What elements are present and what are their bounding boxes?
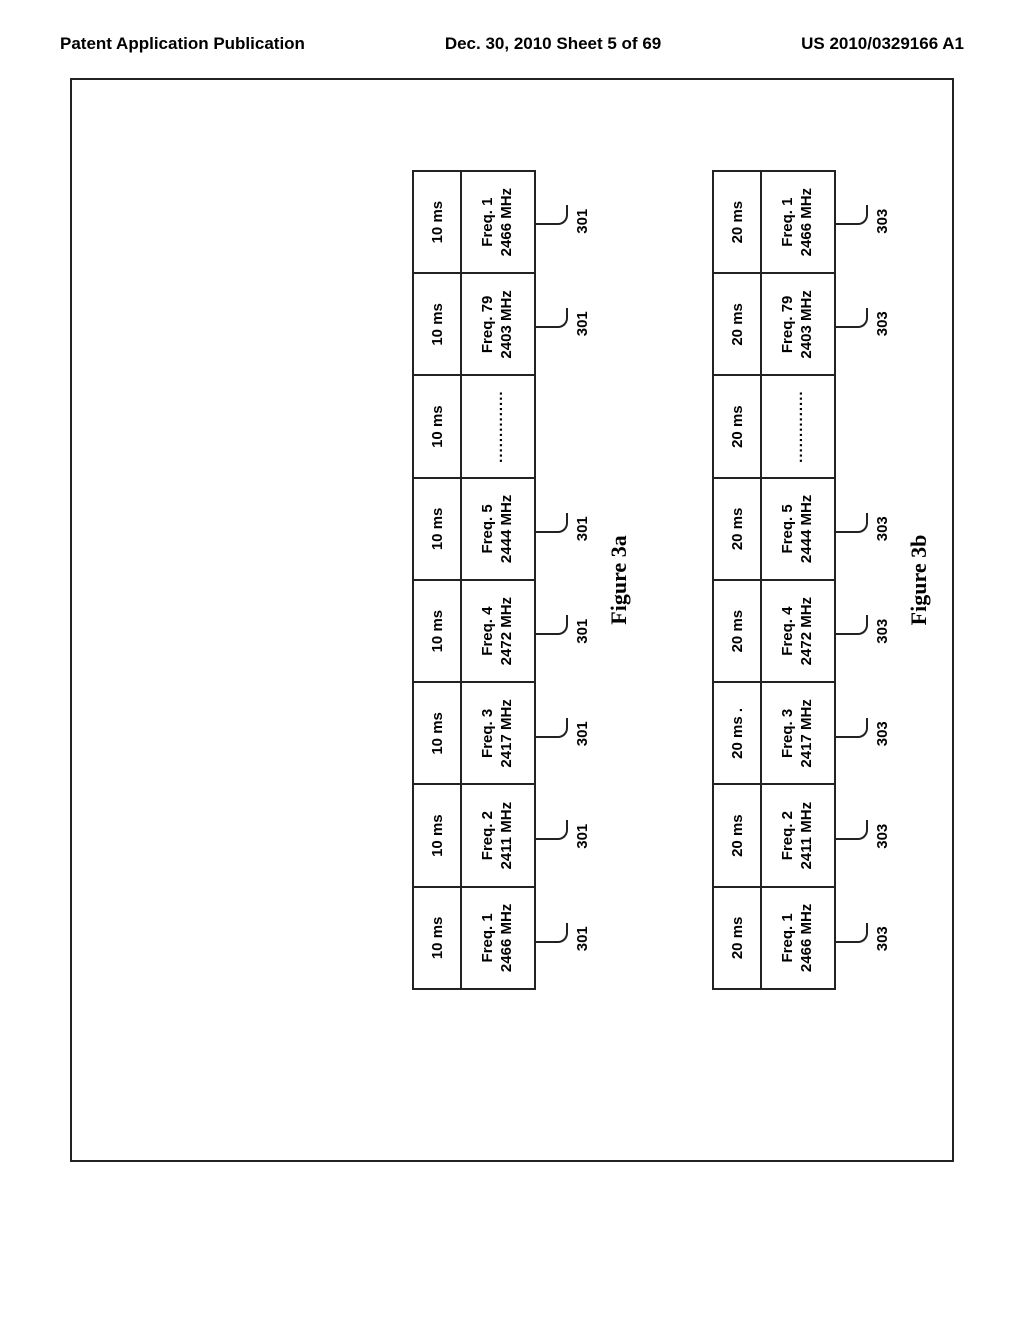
leader-line-icon	[536, 205, 568, 225]
time-header-cell: 20 ms	[713, 478, 761, 580]
figure-3b-ref-row: 303 303 303 303 303 303 303	[840, 170, 896, 990]
ref-number-label: 301	[574, 824, 591, 849]
leader-line-icon	[836, 205, 868, 225]
ref-number-label: 303	[874, 721, 891, 746]
page-header: Patent Application Publication Dec. 30, …	[0, 0, 1024, 60]
ref-cell	[840, 375, 896, 478]
time-header-cell: 20 ms .	[713, 682, 761, 784]
ref-number-label: 303	[874, 209, 891, 234]
freq-cell: Freq. 32417 MHz	[461, 682, 535, 784]
time-header-cell: 10 ms	[413, 785, 461, 887]
leader-line-icon	[836, 615, 868, 635]
time-header-cell: 10 ms	[413, 171, 461, 273]
ref-cell: 301	[540, 580, 596, 683]
time-header-cell: 20 ms	[713, 376, 761, 478]
freq-cell: ..............	[461, 376, 535, 478]
leader-line-icon	[536, 718, 568, 738]
figure-3a-table: 10 ms10 ms10 ms10 ms10 ms10 ms10 ms10 ms…	[412, 170, 536, 990]
leader-line-icon	[836, 923, 868, 943]
freq-cell: Freq. 42472 MHz	[761, 580, 835, 682]
time-header-cell: 20 ms	[713, 785, 761, 887]
figure-3b-block: 20 ms20 ms20 ms .20 ms20 ms20 ms20 ms20 …	[712, 170, 932, 990]
ref-cell: 301	[540, 888, 596, 991]
ref-cell: 303	[840, 888, 896, 991]
ref-number-label: 301	[574, 721, 591, 746]
freq-cell: Freq. 22411 MHz	[461, 785, 535, 887]
freq-cell: Freq. 32417 MHz	[761, 682, 835, 784]
time-header-cell: 20 ms	[713, 273, 761, 375]
drawing-sheet: 10 ms10 ms10 ms10 ms10 ms10 ms10 ms10 ms…	[70, 78, 954, 1162]
ref-number-label: 303	[874, 824, 891, 849]
figure-3b-table: 20 ms20 ms20 ms .20 ms20 ms20 ms20 ms20 …	[712, 170, 836, 990]
time-header-cell: 10 ms	[413, 376, 461, 478]
time-header-cell: 10 ms	[413, 580, 461, 682]
leader-line-icon	[536, 820, 568, 840]
leader-line-icon	[536, 308, 568, 328]
ref-cell: 303	[840, 273, 896, 376]
figure-3a-ref-row: 301 301 301 301 301 301 301	[540, 170, 596, 990]
time-header-cell: 20 ms	[713, 580, 761, 682]
time-header-cell: 20 ms	[713, 887, 761, 989]
time-header-cell: 10 ms	[413, 887, 461, 989]
ref-cell: 301	[540, 785, 596, 888]
ref-number-label: 303	[874, 926, 891, 951]
ref-cell: 303	[840, 683, 896, 786]
ref-cell: 303	[840, 785, 896, 888]
header-left: Patent Application Publication	[60, 34, 305, 54]
leader-line-icon	[536, 923, 568, 943]
ref-cell: 303	[840, 478, 896, 581]
ref-number-label: 303	[874, 619, 891, 644]
freq-cell: Freq. 52444 MHz	[761, 478, 835, 580]
figure-3b-caption: Figure 3b	[906, 170, 932, 990]
leader-line-icon	[836, 513, 868, 533]
time-header-cell: 10 ms	[413, 273, 461, 375]
header-right: US 2010/0329166 A1	[801, 34, 964, 54]
header-center: Dec. 30, 2010 Sheet 5 of 69	[445, 34, 661, 54]
ref-cell: 301	[540, 273, 596, 376]
ref-number-label: 301	[574, 619, 591, 644]
ref-cell: 303	[840, 170, 896, 273]
freq-cell: Freq. 12466 MHz	[461, 171, 535, 273]
ref-number-label: 301	[574, 311, 591, 336]
freq-cell: ..............	[761, 376, 835, 478]
ref-number-label: 301	[574, 926, 591, 951]
freq-cell: Freq. 12466 MHz	[761, 887, 835, 989]
leader-line-icon	[536, 513, 568, 533]
ref-cell: 301	[540, 683, 596, 786]
time-header-cell: 10 ms	[413, 682, 461, 784]
leader-line-icon	[836, 308, 868, 328]
figure-3a-caption: Figure 3a	[606, 170, 632, 990]
ref-cell: 301	[540, 478, 596, 581]
time-header-cell: 20 ms	[713, 171, 761, 273]
time-header-cell: 10 ms	[413, 478, 461, 580]
freq-cell: Freq. 792403 MHz	[461, 273, 535, 375]
leader-line-icon	[836, 718, 868, 738]
freq-cell: Freq. 792403 MHz	[761, 273, 835, 375]
ref-cell: 303	[840, 580, 896, 683]
ref-number-label: 301	[574, 516, 591, 541]
leader-line-icon	[536, 615, 568, 635]
freq-cell: Freq. 12466 MHz	[461, 887, 535, 989]
freq-cell: Freq. 52444 MHz	[461, 478, 535, 580]
ref-cell: 301	[540, 170, 596, 273]
ref-number-label: 301	[574, 209, 591, 234]
ref-cell	[540, 375, 596, 478]
freq-cell: Freq. 12466 MHz	[761, 171, 835, 273]
ref-number-label: 303	[874, 311, 891, 336]
freq-cell: Freq. 22411 MHz	[761, 785, 835, 887]
freq-cell: Freq. 42472 MHz	[461, 580, 535, 682]
leader-line-icon	[836, 820, 868, 840]
figure-3a-block: 10 ms10 ms10 ms10 ms10 ms10 ms10 ms10 ms…	[412, 170, 632, 990]
ref-number-label: 303	[874, 516, 891, 541]
